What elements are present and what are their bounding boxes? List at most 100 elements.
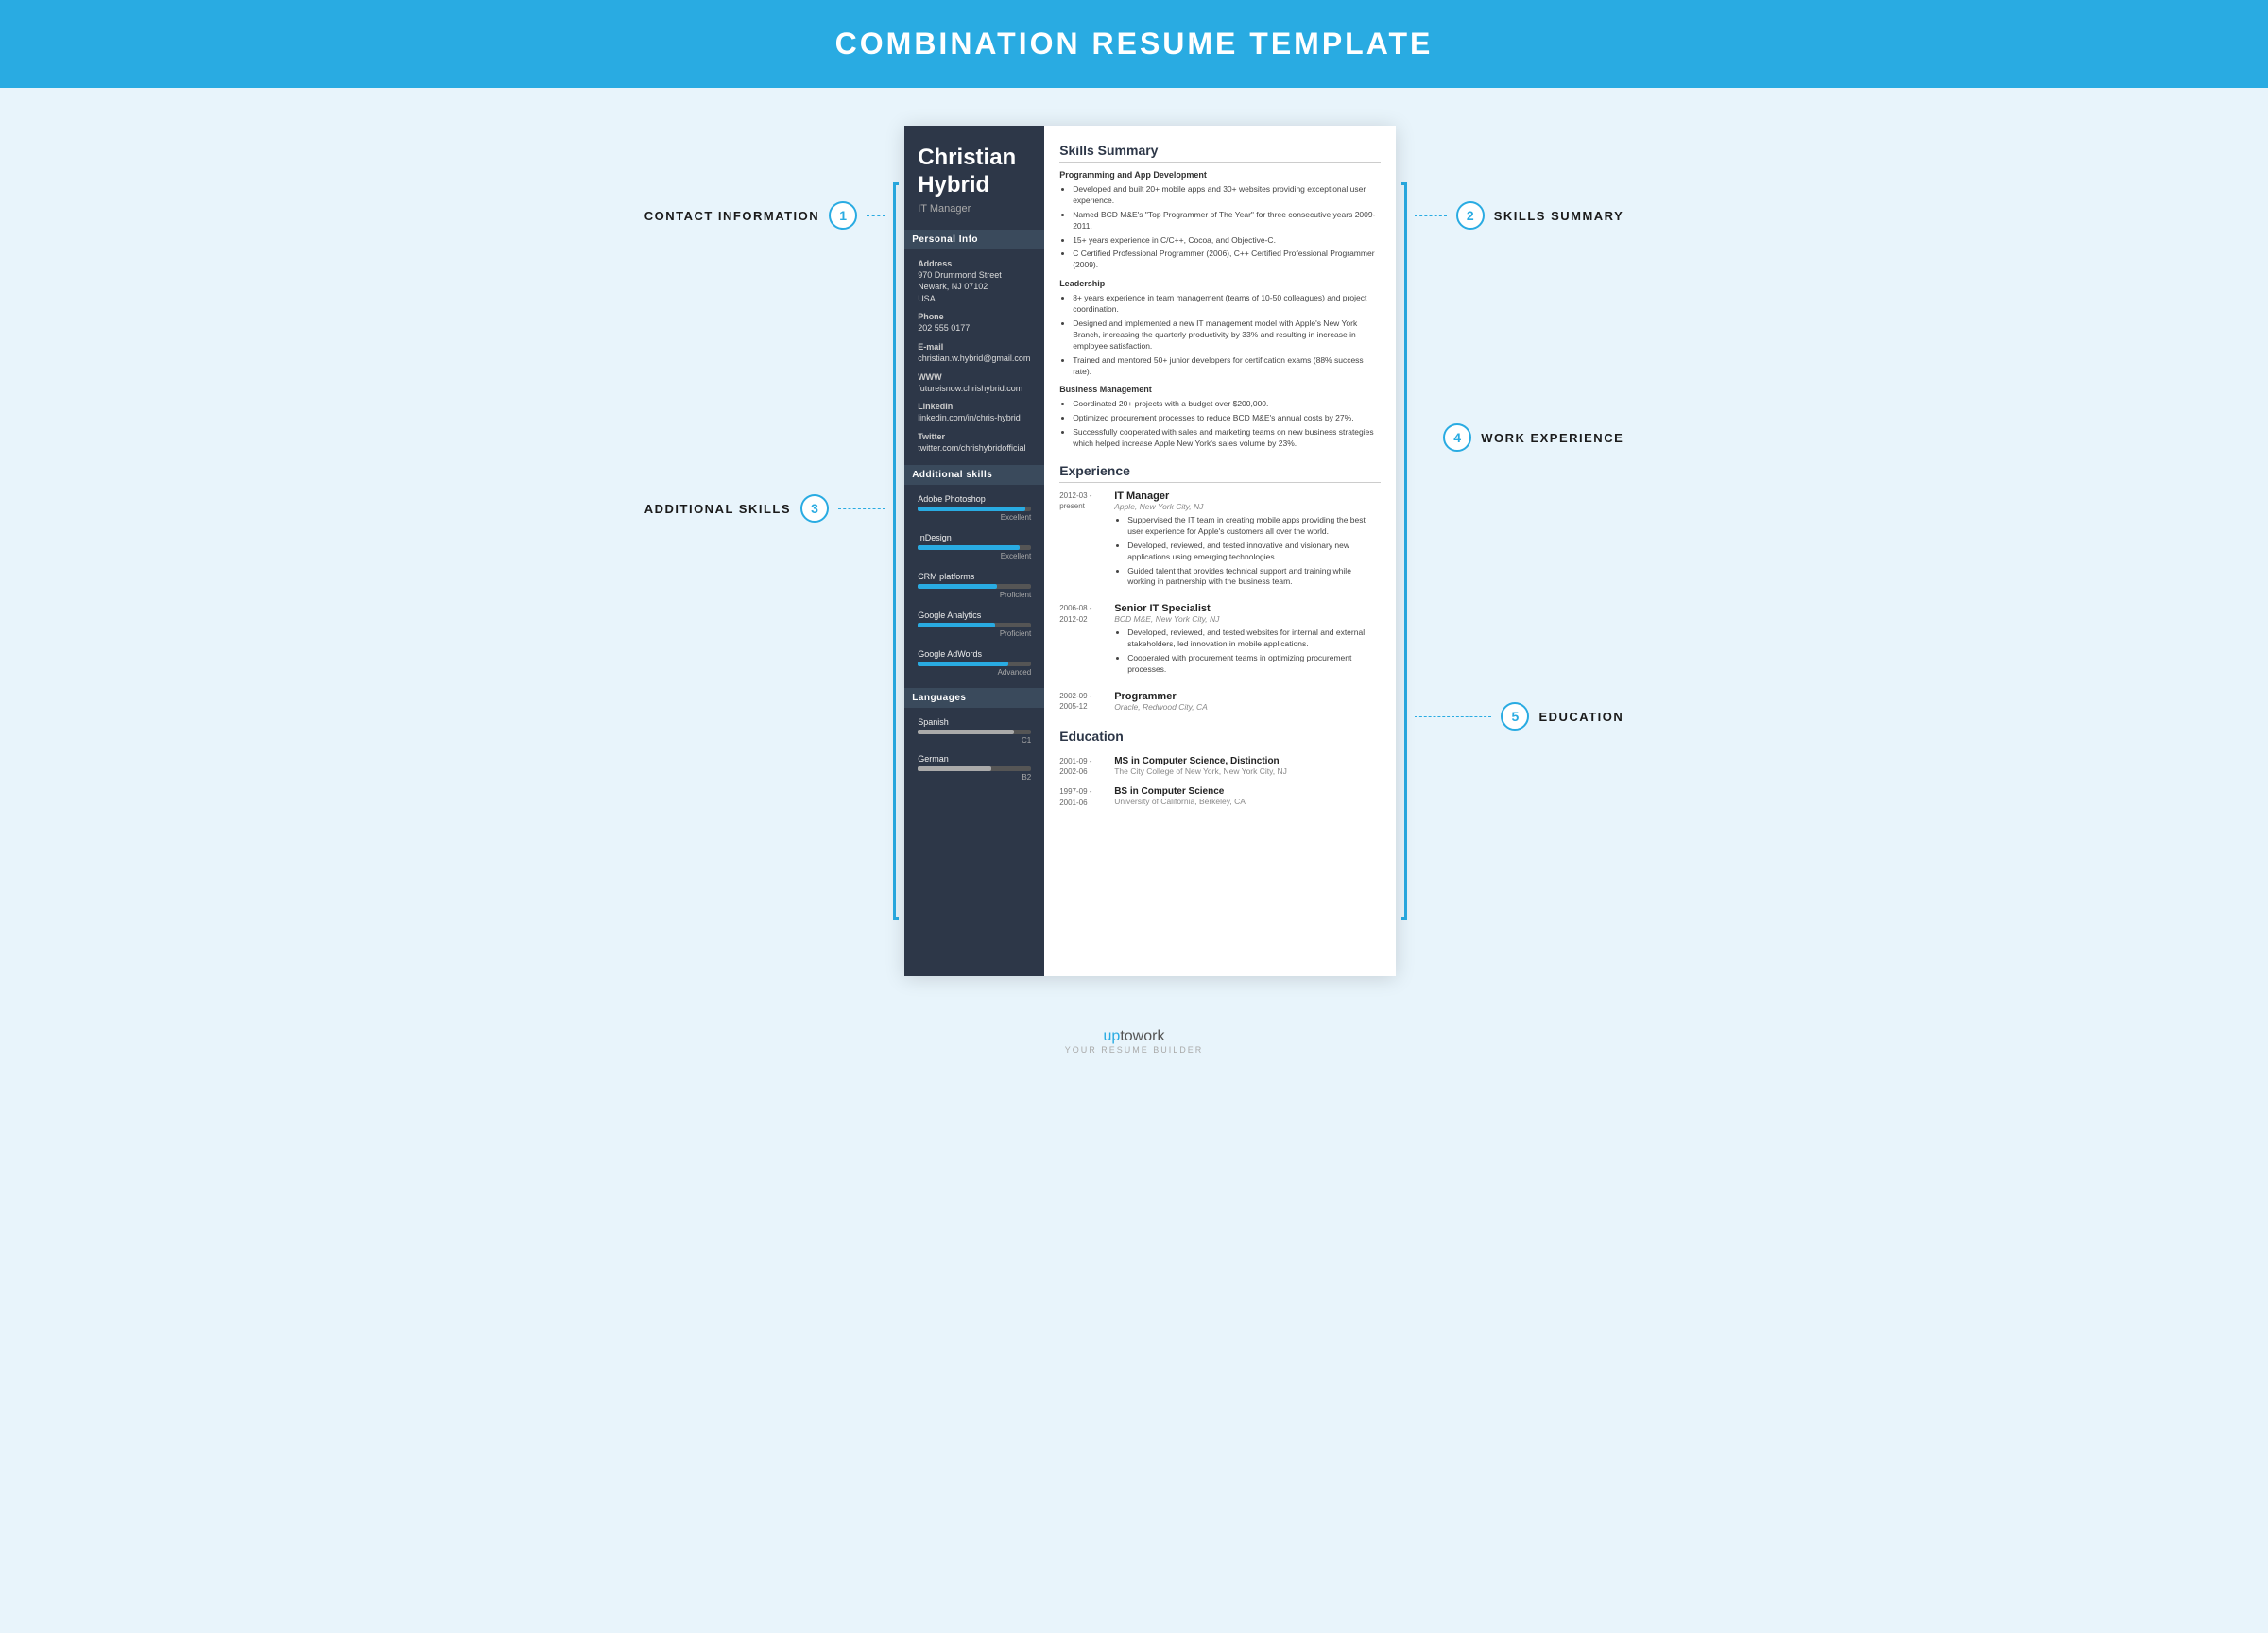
bullet-item: Developed, reviewed, and tested innovati… xyxy=(1127,541,1381,563)
logo-tagline: YOUR RESUME BUILDER xyxy=(0,1045,2268,1055)
edu-bs-school: University of California, Berkeley, CA xyxy=(1114,797,1381,806)
personal-info-title: Personal Info xyxy=(904,230,1044,249)
exp-it-date: 2012-03 - present xyxy=(1059,490,1105,593)
skill-crm-bg xyxy=(918,584,1031,589)
right-spacer-1 xyxy=(1415,230,1624,423)
business-title: Business Management xyxy=(1059,385,1381,394)
content-area: CONTACT INFORMATION 1 ADDITIONAL SKILLS … xyxy=(0,88,2268,1014)
skill-gaw-bg xyxy=(918,662,1031,666)
exp-it-company: Apple, New York City, NJ xyxy=(1114,502,1381,511)
skill-google-analytics: Google Analytics Proficient xyxy=(918,610,1031,638)
skill-adobe-rating: Excellent xyxy=(918,513,1031,522)
skill-crm: CRM platforms Proficient xyxy=(918,572,1031,599)
left-spacer-1 xyxy=(644,230,885,494)
resume-container: Christian Hybrid IT Manager Personal Inf… xyxy=(904,126,1396,976)
edu-ms-degree: MS in Computer Science, Distinction xyxy=(1114,756,1381,766)
programming-title: Programming and App Development xyxy=(1059,170,1381,180)
header-banner: COMBINATION RESUME TEMPLATE xyxy=(0,0,2268,88)
edu-bs-content: BS in Computer Science University of Cal… xyxy=(1114,786,1381,807)
label-contact-information: CONTACT INFORMATION 1 xyxy=(644,201,885,230)
contact-label-text: CONTACT INFORMATION xyxy=(644,209,819,223)
logo-up: up xyxy=(1104,1028,1121,1044)
bullet-item: Named BCD M&E's "Top Programmer of The Y… xyxy=(1073,210,1381,232)
work-badge: 4 xyxy=(1443,423,1471,452)
lang-german-label: German xyxy=(918,754,1031,764)
skills-badge: 2 xyxy=(1456,201,1485,230)
skills-dashed-line xyxy=(1415,215,1447,216)
education-title: Education xyxy=(1059,729,1381,748)
edu-bs-degree: BS in Computer Science xyxy=(1114,786,1381,797)
exp-it-content: IT Manager Apple, New York City, NJ Supp… xyxy=(1114,490,1381,593)
address-value: 970 Drummond StreetNewark, NJ 07102USA xyxy=(918,269,1031,305)
logo-towork: towork xyxy=(1120,1028,1164,1044)
exp-senior-job-title: Senior IT Specialist xyxy=(1114,603,1381,614)
lang-spanish: Spanish C1 xyxy=(918,717,1031,745)
leadership-subsection: Leadership 8+ years experience in team m… xyxy=(1059,279,1381,377)
skill-ga-fill xyxy=(918,623,995,627)
languages-title: Languages xyxy=(904,688,1044,708)
skill-indesign-label: InDesign xyxy=(918,533,1031,542)
skill-indesign-fill xyxy=(918,545,1020,550)
exp-senior-content: Senior IT Specialist BCD M&E, New York C… xyxy=(1114,603,1381,681)
bullet-item: Designed and implemented a new IT manage… xyxy=(1073,318,1381,352)
edu-bs: 1997-09 - 2001-06 BS in Computer Science… xyxy=(1059,786,1381,807)
phone-value: 202 555 0177 xyxy=(918,322,1031,335)
candidate-title: IT Manager xyxy=(918,203,1031,215)
lang-german-rating: B2 xyxy=(918,773,1031,782)
contact-badge: 1 xyxy=(829,201,857,230)
bullet-item: 15+ years experience in C/C++, Cocoa, an… xyxy=(1073,235,1381,247)
contact-dashed-line xyxy=(867,215,885,216)
skill-indesign: InDesign Excellent xyxy=(918,533,1031,560)
lang-german: German B2 xyxy=(918,754,1031,782)
linkedin-value: linkedin.com/in/chris-hybrid xyxy=(918,412,1031,424)
label-skills-summary: 2 SKILLS SUMMARY xyxy=(1415,201,1624,230)
right-spacer-2 xyxy=(1415,452,1624,702)
linkedin-label: LinkedIn xyxy=(918,402,1031,411)
twitter-value: twitter.com/chrishybridofficial xyxy=(918,442,1031,455)
lang-german-fill xyxy=(918,766,991,771)
bullet-item: 8+ years experience in team management (… xyxy=(1073,293,1381,316)
edu-bs-date: 1997-09 - 2001-06 xyxy=(1059,786,1105,807)
lang-spanish-bg xyxy=(918,730,1031,734)
leadership-bullets: 8+ years experience in team management (… xyxy=(1059,293,1381,377)
skill-adobe-bg xyxy=(918,507,1031,511)
skill-indesign-rating: Excellent xyxy=(918,552,1031,560)
uptowork-logo: uptowork YOUR RESUME BUILDER xyxy=(0,1014,2268,1064)
exp-it-job-title: IT Manager xyxy=(1114,490,1381,502)
bullet-item: Developed and built 20+ mobile apps and … xyxy=(1073,184,1381,207)
skill-adobe-photoshop: Adobe Photoshop Excellent xyxy=(918,494,1031,522)
skill-ga-rating: Proficient xyxy=(918,629,1031,638)
phone-label: Phone xyxy=(918,312,1031,321)
lang-german-bg xyxy=(918,766,1031,771)
skill-indesign-bg xyxy=(918,545,1031,550)
resume-wrapper: Christian Hybrid IT Manager Personal Inf… xyxy=(904,126,1396,976)
exp-senior-it: 2006-08 - 2012-02 Senior IT Specialist B… xyxy=(1059,603,1381,681)
additional-skills-title: Additional skills xyxy=(904,465,1044,485)
skill-ga-label: Google Analytics xyxy=(918,610,1031,620)
skill-ga-bg xyxy=(918,623,1031,627)
label-additional-skills: ADDITIONAL SKILLS 3 xyxy=(644,494,885,523)
work-label-text: WORK EXPERIENCE xyxy=(1481,431,1624,445)
logo-text: uptowork xyxy=(0,1028,2268,1045)
candidate-name: Christian Hybrid xyxy=(918,145,1031,199)
skill-adobe-fill xyxy=(918,507,1025,511)
bullet-item: Cooperated with procurement teams in opt… xyxy=(1127,653,1381,676)
edu-badge: 5 xyxy=(1501,702,1529,731)
www-label: WWW xyxy=(918,372,1031,382)
bullet-item: Successfully cooperated with sales and m… xyxy=(1073,427,1381,450)
exp-it-manager: 2012-03 - present IT Manager Apple, New … xyxy=(1059,490,1381,593)
experience-title: Experience xyxy=(1059,463,1381,483)
skill-google-adwords: Google AdWords Advanced xyxy=(918,649,1031,677)
exp-senior-company: BCD M&E, New York City, NJ xyxy=(1114,614,1381,624)
addskills-dashed-line xyxy=(838,508,885,509)
exp-prog-content: Programmer Oracle, Redwood City, CA xyxy=(1114,691,1381,715)
bullet-item: Developed, reviewed, and tested websites… xyxy=(1127,627,1381,650)
skill-crm-label: CRM platforms xyxy=(918,572,1031,581)
exp-it-bullets: Suppervised the IT team in creating mobi… xyxy=(1114,515,1381,588)
label-work-experience: 4 WORK EXPERIENCE xyxy=(1415,423,1624,452)
bullet-item: Guided talent that provides technical su… xyxy=(1127,566,1381,589)
exp-prog-job-title: Programmer xyxy=(1114,691,1381,702)
edu-ms-date: 2001-09 - 2002-06 xyxy=(1059,756,1105,777)
label-education: 5 EDUCATION xyxy=(1415,702,1624,731)
business-subsection: Business Management Coordinated 20+ proj… xyxy=(1059,385,1381,450)
